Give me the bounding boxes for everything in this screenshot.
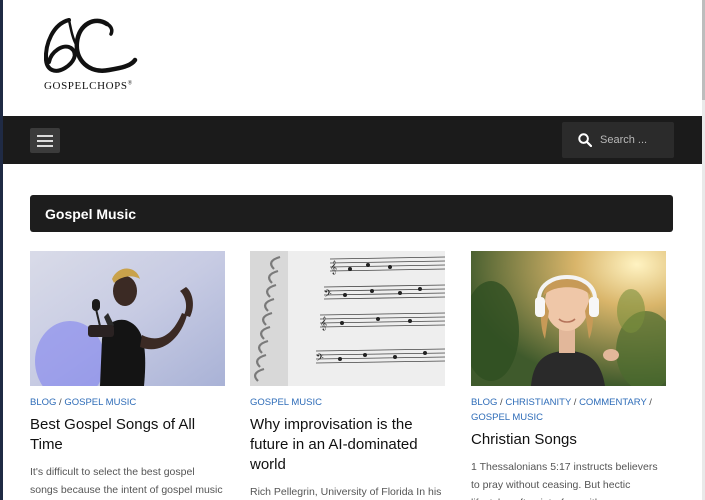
- category-link[interactable]: BLOG: [30, 397, 56, 408]
- post-thumbnail-sheet-music[interactable]: 𝄞 𝄢 𝄞 𝄢: [250, 251, 445, 386]
- search-icon[interactable]: [578, 133, 592, 147]
- category-link[interactable]: GOSPEL MUSIC: [471, 412, 543, 423]
- post-excerpt: It's difficult to select the best gospel…: [30, 466, 223, 496]
- post-card: BLOG / CHRISTIANITY / COMMENTARY / GOSPE…: [471, 251, 666, 500]
- post-categories: BLOG / CHRISTIANITY / COMMENTARY / GOSPE…: [471, 397, 652, 423]
- svg-text:𝄞: 𝄞: [330, 260, 337, 274]
- post-excerpt: 1 Thessalonians 5:17 instructs believers…: [471, 461, 658, 500]
- site-logo[interactable]: GOSPELCHOPS®: [41, 14, 141, 96]
- post-card: BLOG / GOSPEL MUSIC Best Gospel Songs of…: [30, 251, 225, 500]
- category-link[interactable]: BLOG: [471, 397, 497, 408]
- post-categories: GOSPEL MUSIC: [250, 395, 445, 410]
- post-title[interactable]: Why improvisation is the future in an AI…: [250, 415, 445, 475]
- site-header: GOSPELCHOPS®: [3, 0, 702, 116]
- post-excerpt: Rich Pellegrin, University of Florida In…: [250, 486, 442, 498]
- menu-toggle-button[interactable]: [30, 128, 60, 153]
- post-card: 𝄞 𝄢 𝄞 𝄢 GOSPEL MUSIC Why improvisation i…: [250, 251, 445, 500]
- logo-wordmark: GOSPELCHOPS®: [44, 80, 133, 92]
- post-thumbnail-headphones[interactable]: [471, 251, 666, 386]
- hamburger-icon-line: [37, 140, 53, 142]
- svg-text:𝄢: 𝄢: [324, 288, 332, 302]
- category-link[interactable]: GOSPEL MUSIC: [64, 397, 136, 408]
- post-thumbnail-singer[interactable]: [30, 251, 225, 386]
- category-link[interactable]: GOSPEL MUSIC: [250, 397, 322, 408]
- search-box[interactable]: [562, 122, 674, 158]
- logo-gc-mark: [43, 18, 138, 73]
- hamburger-icon-line: [37, 145, 53, 147]
- search-input[interactable]: [600, 131, 668, 149]
- main-navbar: [3, 116, 702, 164]
- svg-text:𝄞: 𝄞: [320, 316, 327, 330]
- category-link[interactable]: COMMENTARY: [579, 397, 647, 408]
- category-link[interactable]: CHRISTIANITY: [505, 397, 571, 408]
- hamburger-icon: [37, 135, 53, 137]
- svg-text:𝄢: 𝄢: [316, 352, 324, 366]
- post-categories: BLOG / GOSPEL MUSIC: [30, 397, 137, 408]
- post-title[interactable]: Best Gospel Songs of All Time: [30, 415, 225, 455]
- section-title: Gospel Music: [30, 195, 673, 232]
- post-title[interactable]: Christian Songs: [471, 430, 666, 450]
